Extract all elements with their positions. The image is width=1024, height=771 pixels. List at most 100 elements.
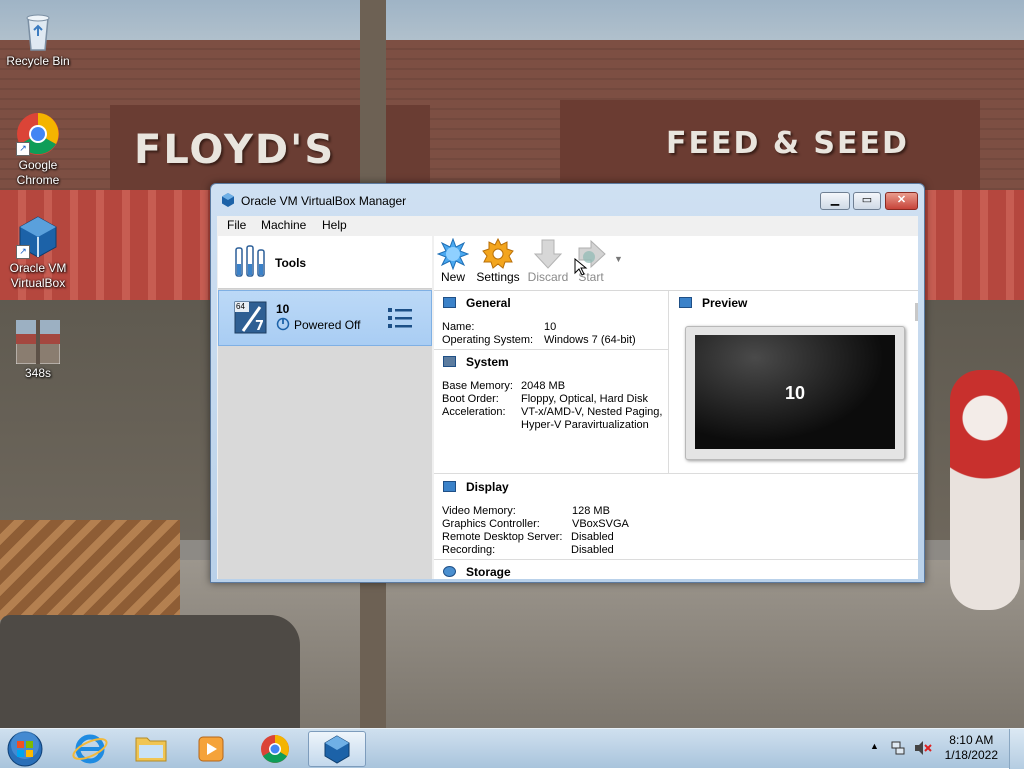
maximize-button[interactable]: ▭ <box>853 192 881 210</box>
new-starburst-icon <box>436 237 470 271</box>
details-scrollbar[interactable] <box>915 303 918 321</box>
system-chip-icon <box>443 356 456 367</box>
display-rdp-value: Disabled <box>571 531 614 543</box>
window-client-area: Tools 7 64 10 Powered Off New Settings D… <box>217 236 918 579</box>
display-recording-key: Recording: <box>442 544 496 556</box>
section-divider <box>434 349 668 350</box>
chrome-icon: ↗ <box>16 112 60 156</box>
column-divider <box>668 291 669 473</box>
machine-details-pane: General Name: 10 Operating System: Windo… <box>434 291 918 579</box>
display-monitor-icon <box>443 481 456 492</box>
internet-explorer-icon <box>72 734 108 764</box>
wallpaper-sign-feed-seed: FEED & SEED <box>666 126 909 161</box>
svg-text:7: 7 <box>255 319 264 334</box>
section-divider <box>434 473 918 474</box>
system-accel-key: Acceleration: <box>442 406 506 418</box>
start-button[interactable]: Start <box>565 238 617 284</box>
wallpaper-truck <box>0 615 300 728</box>
general-section-title[interactable]: General <box>466 296 511 310</box>
taskbar-media-player[interactable] <box>185 731 237 767</box>
window-title: Oracle VM VirtualBox Manager <box>241 194 407 208</box>
vm-list-item[interactable]: 7 64 10 Powered Off <box>218 290 432 346</box>
media-player-icon <box>198 736 224 762</box>
gear-icon <box>482 237 514 270</box>
preview-section-title[interactable]: Preview <box>702 296 747 310</box>
system-memory-value: 2048 MB <box>521 380 566 392</box>
display-section-title[interactable]: Display <box>466 480 509 494</box>
show-hidden-icons-icon[interactable]: ▲ <box>870 741 879 751</box>
close-button[interactable]: ✕ <box>885 192 918 210</box>
desktop-icon-google-chrome[interactable]: ↗ Google Chrome <box>0 112 76 188</box>
taskbar-virtualbox-active[interactable] <box>308 731 366 767</box>
sidebar-item-tools[interactable]: Tools <box>218 236 432 289</box>
menu-bar: File Machine Help <box>217 216 918 236</box>
system-accel-value-cont: Hyper-V Paravirtualization <box>521 419 649 431</box>
display-vram-key: Video Memory: <box>442 505 516 517</box>
taskbar-chrome[interactable] <box>249 731 301 767</box>
display-rdp-key: Remote Desktop Server: <box>442 531 563 543</box>
window-titlebar[interactable]: Oracle VM VirtualBox Manager ▁ ▭ ✕ <box>211 184 924 216</box>
general-os-value: Windows 7 (64-bit) <box>544 334 636 346</box>
desktop-icon-virtualbox[interactable]: ↗ Oracle VM VirtualBox <box>0 215 76 291</box>
main-toolbar: New Settings Discard Start ▼ <box>434 236 918 291</box>
volume-muted-icon[interactable] <box>914 740 932 756</box>
virtualbox-title-icon <box>221 193 235 207</box>
system-memory-key: Base Memory: <box>442 380 513 392</box>
preview-frame: 10 <box>685 326 905 460</box>
shortcut-arrow-icon: ↗ <box>16 142 30 156</box>
wallpaper-sign-right: FEED & SEED <box>560 100 980 190</box>
taskbar-internet-explorer[interactable] <box>64 731 116 767</box>
start-orb-button[interactable] <box>5 730 45 768</box>
storage-section-title[interactable]: Storage <box>466 565 511 579</box>
clock-time: 8:10 AM <box>949 733 994 747</box>
virtualbox-icon: ↗ <box>16 215 60 259</box>
taskbar: ▲ 8:10 AM 1/18/2022 <box>0 728 1024 769</box>
settings-button[interactable]: Settings <box>472 237 524 284</box>
vm-status: Powered Off <box>294 318 361 332</box>
system-accel-value: VT-x/AMD-V, Nested Paging, <box>521 406 663 418</box>
desktop-icon-label: Google Chrome <box>16 158 60 187</box>
minimize-button[interactable]: ▁ <box>820 192 850 210</box>
close-icon: ✕ <box>896 194 907 206</box>
virtualbox-manager-window: Oracle VM VirtualBox Manager ▁ ▭ ✕ File … <box>210 183 925 583</box>
preview-screen-label: 10 <box>784 383 806 403</box>
chrome-icon <box>261 735 289 763</box>
desktop-icon-label: Oracle VM VirtualBox <box>9 261 67 290</box>
display-controller-value: VBoxSVGA <box>572 518 629 530</box>
settings-label: Settings <box>476 270 520 284</box>
system-boot-key: Boot Order: <box>442 393 499 405</box>
wallpaper-firewood <box>0 520 180 620</box>
general-monitor-icon <box>443 297 456 308</box>
maximize-icon: ▭ <box>861 194 873 206</box>
mouse-cursor-icon <box>574 257 588 276</box>
preview-monitor-icon <box>679 297 692 308</box>
virtualbox-icon <box>324 735 350 764</box>
display-recording-value: Disabled <box>571 544 614 556</box>
preview-screen: 10 <box>695 335 895 449</box>
system-section-title[interactable]: System <box>466 355 509 369</box>
show-desktop-button[interactable] <box>1009 729 1024 769</box>
vm-arch-badge: 64 <box>236 302 245 311</box>
general-name-key: Name: <box>442 321 475 333</box>
desktop-icon-348s[interactable]: 348s <box>0 319 76 381</box>
display-vram-value: 128 MB <box>572 505 610 517</box>
menu-file[interactable]: File <box>227 218 246 232</box>
vm-name: 10 <box>276 302 290 316</box>
vm-details-menu-icon[interactable] <box>387 305 413 331</box>
system-clock[interactable]: 8:10 AM 1/18/2022 <box>945 733 998 763</box>
desktop-icon-recycle-bin[interactable]: Recycle Bin <box>0 8 76 69</box>
taskbar-file-explorer[interactable] <box>125 731 177 767</box>
wallpaper-santa <box>950 370 1020 610</box>
start-dropdown-icon[interactable]: ▼ <box>614 254 623 264</box>
general-name-value: 10 <box>544 321 557 333</box>
network-icon[interactable] <box>890 740 906 756</box>
clock-date: 1/18/2022 <box>944 748 998 762</box>
windows-logo-icon <box>7 731 43 767</box>
desktop-icon-label: Recycle Bin <box>6 54 70 68</box>
storage-disk-icon <box>443 566 456 577</box>
system-boot-value: Floppy, Optical, Hard Disk <box>521 393 648 405</box>
tools-icon <box>234 244 266 278</box>
menu-help[interactable]: Help <box>322 218 347 232</box>
recycle-bin-icon <box>16 8 60 52</box>
menu-machine[interactable]: Machine <box>261 218 306 232</box>
